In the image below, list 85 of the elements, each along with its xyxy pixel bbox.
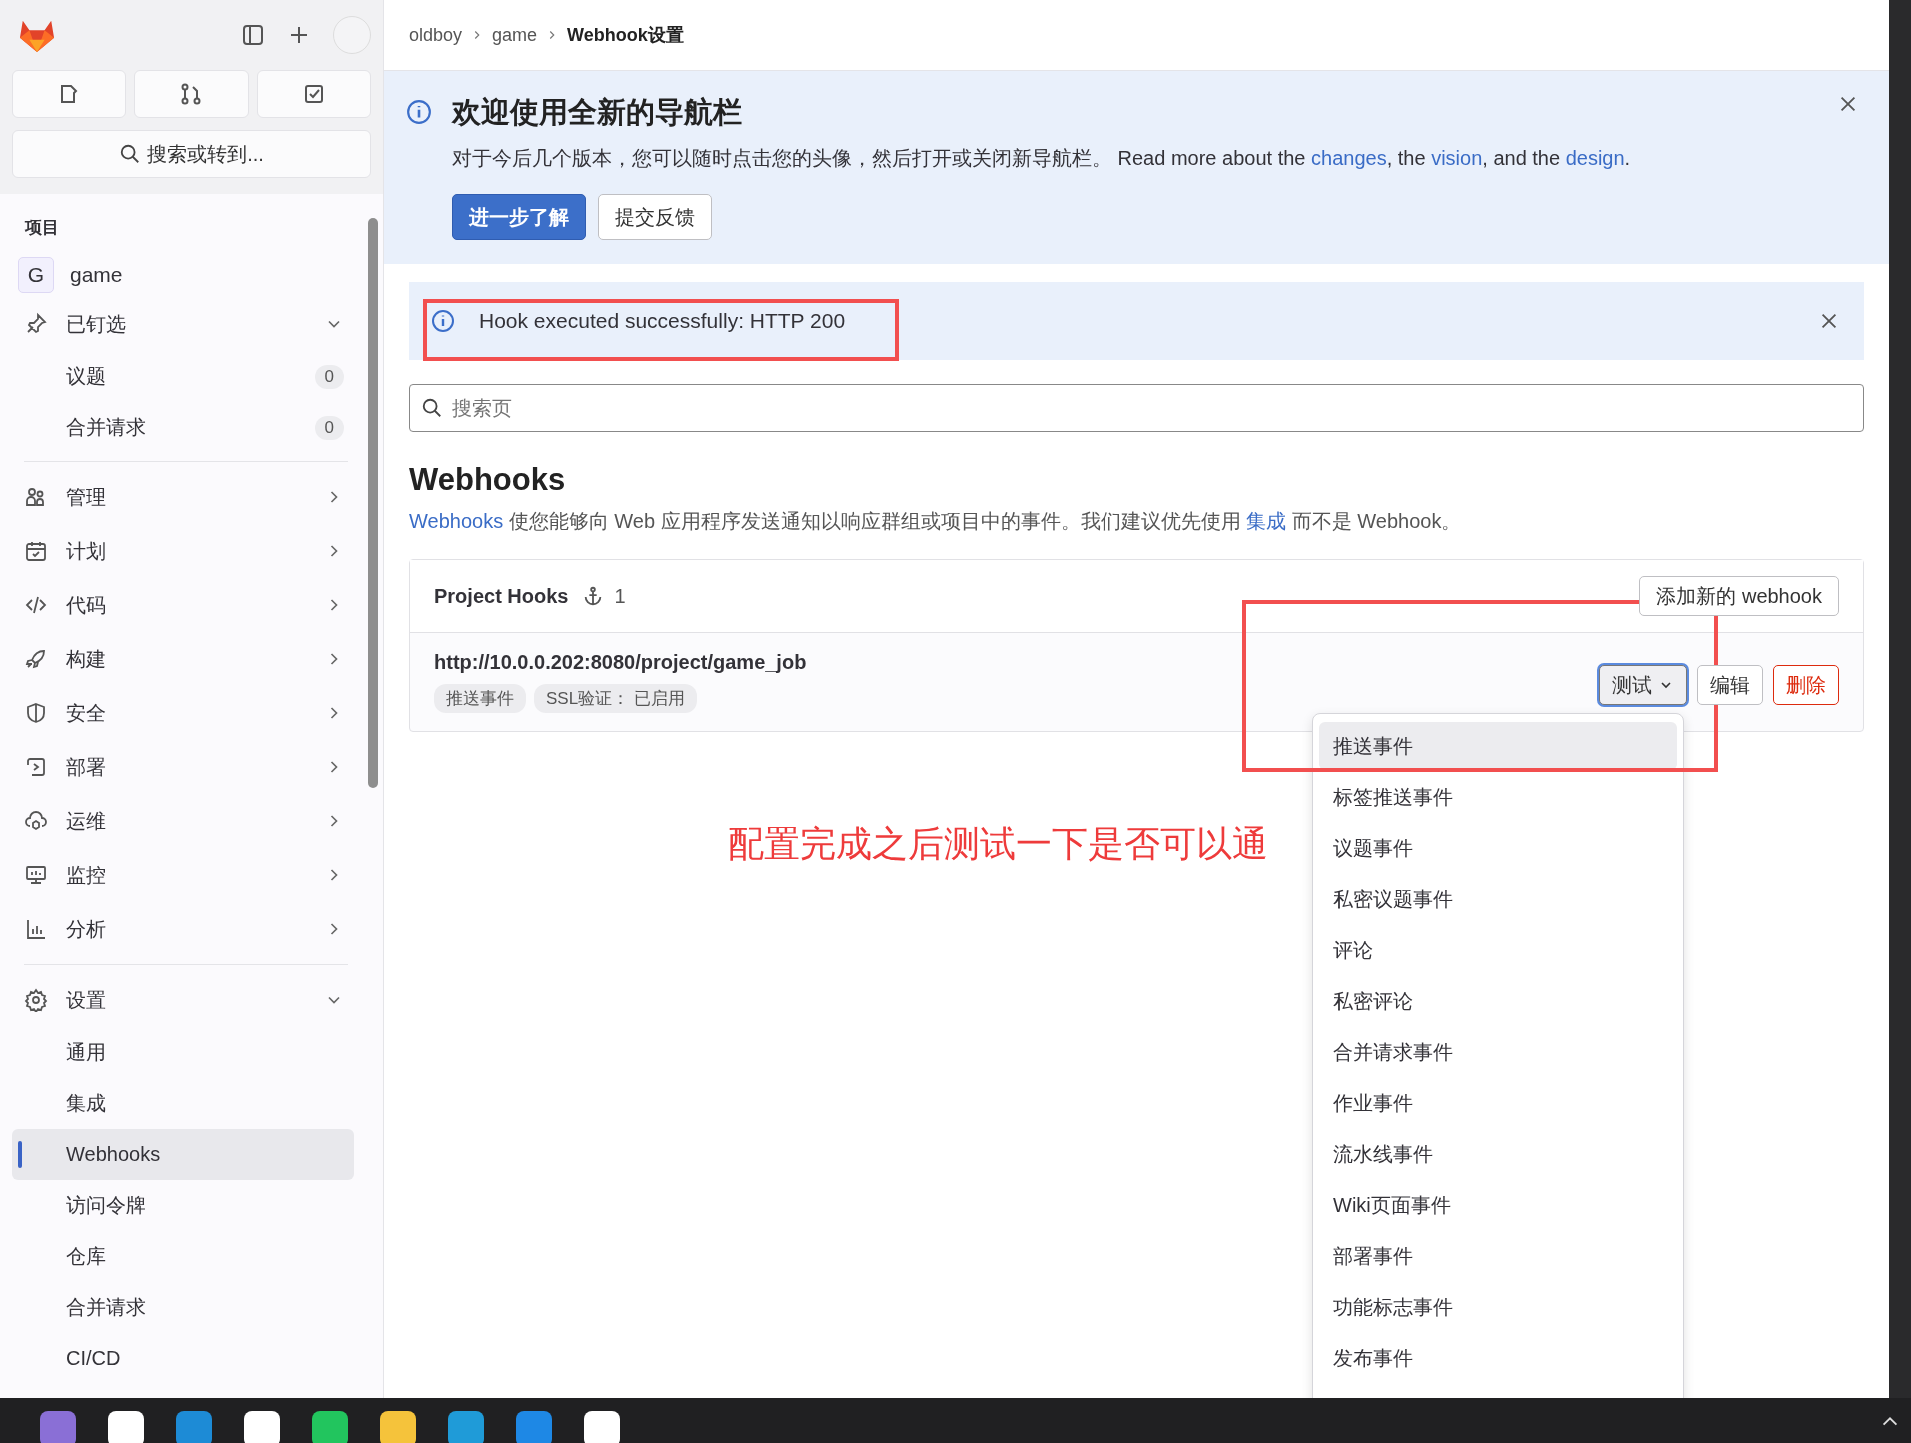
breadcrumb-link[interactable]: game [492, 24, 538, 46]
menu-item[interactable]: 推送事件 [1319, 722, 1677, 770]
description-text: Webhooks 使您能够向 Web 应用程序发送通知以响应群组或项目中的事件。我们建议优先使用 集成 而不是 Webhook。 [409, 509, 1463, 534]
nav-item[interactable]: 计划 [12, 524, 354, 578]
menu-item[interactable]: Wiki页面事件 [1319, 1181, 1677, 1229]
menu-item[interactable]: 合并请求事件 [1319, 1028, 1677, 1076]
nav-item[interactable]: 管理 [12, 470, 354, 524]
text-link[interactable]: changes [1311, 147, 1387, 169]
hook-url: http://10.0.0.202:8080/project/game_job [434, 651, 807, 674]
nav-item[interactable]: 已钉选 [12, 297, 354, 351]
test-dropdown-button[interactable]: 测试 [1599, 665, 1687, 705]
nav-item[interactable]: 分析 [12, 902, 354, 956]
nav-subitem[interactable]: 通用 [12, 1027, 354, 1078]
nav-item[interactable]: 安全 [12, 686, 354, 740]
nav-subitem[interactable]: 合并请求 0 [12, 402, 354, 453]
rocket-icon [24, 647, 48, 671]
sidebar-toggle-icon[interactable] [241, 23, 265, 47]
deploy-icon [24, 755, 48, 779]
nav-subitem[interactable]: 议题 0 [12, 351, 354, 402]
page-heading: Webhooks [409, 462, 567, 498]
app-icon[interactable] [380, 1410, 416, 1443]
app-icon[interactable] [584, 1410, 620, 1443]
alert-message: Hook executed successfully: HTTP 200 [479, 309, 846, 333]
learn-more-button[interactable]: 进一步了解 [452, 194, 586, 240]
nav-item[interactable]: 部署 [12, 740, 354, 794]
text-link[interactable]: design [1565, 147, 1625, 169]
count-badge: 0 [314, 364, 344, 389]
text-link[interactable]: vision [1431, 147, 1483, 169]
menu-item[interactable]: 私密评论 [1319, 977, 1677, 1025]
text-link[interactable]: 集成 [1246, 510, 1287, 532]
chart-icon [24, 917, 48, 941]
search-icon [119, 143, 142, 165]
nav-item[interactable]: 监控 [12, 848, 354, 902]
menu-item[interactable]: 标签推送事件 [1319, 773, 1677, 821]
tag: SSL验证： 已启用 [534, 684, 697, 713]
nav-item[interactable]: 设置 [12, 973, 354, 1027]
nav-subitem[interactable]: 集成 [12, 1078, 354, 1129]
feedback-button[interactable]: 提交反馈 [598, 194, 712, 240]
nav-item[interactable]: 构建 [12, 632, 354, 686]
nav-subitem[interactable]: 合并请求 [12, 1282, 354, 1333]
text-link[interactable]: Webhooks [409, 510, 504, 532]
nav-subitem[interactable]: Webhooks [12, 1129, 354, 1180]
calendar-icon [24, 539, 48, 563]
search-icon [421, 397, 443, 419]
shield-icon [24, 701, 48, 725]
breadcrumb-link[interactable]: Webhook设置 [567, 23, 684, 47]
app-icon[interactable] [312, 1410, 348, 1443]
section-label: 项目 [23, 217, 60, 239]
count-badge: 0 [314, 415, 344, 440]
menu-item[interactable]: 功能标志事件 [1319, 1283, 1677, 1331]
annotation-text: 配置完成之后测试一下是否可以通 [728, 822, 1268, 866]
banner-title: 欢迎使用全新的导航栏 [452, 95, 743, 130]
banner-text: 对于今后几个版本，您可以随时点击您的头像，然后打开或关闭新导航栏。 Read more about the changes, the vision, and the design. [452, 146, 1632, 171]
issues-button[interactable] [12, 70, 127, 118]
edit-button[interactable]: 编辑 [1697, 665, 1763, 705]
monitor-icon [24, 863, 48, 887]
menu-item[interactable]: 流水线事件 [1319, 1130, 1677, 1178]
info-icon [406, 99, 432, 125]
cloud-icon [24, 809, 48, 833]
menu-item[interactable]: 私密议题事件 [1319, 875, 1677, 923]
search-field[interactable]: 搜索页 [409, 384, 1864, 432]
menu-item[interactable]: 作业事件 [1319, 1079, 1677, 1127]
menu-item[interactable]: 议题事件 [1319, 824, 1677, 872]
breadcrumb-link[interactable]: oldboy [409, 24, 463, 46]
app-icon[interactable] [244, 1410, 280, 1443]
project-link[interactable]: G game [12, 253, 366, 297]
search-button[interactable]: 搜索或转到... [12, 130, 371, 178]
delete-button[interactable]: 删除 [1773, 665, 1839, 705]
info-icon [431, 309, 455, 333]
menu-item[interactable]: 发布事件 [1319, 1334, 1677, 1382]
menu-item[interactable]: 评论 [1319, 926, 1677, 974]
gear-icon [24, 988, 48, 1012]
nav-subitem[interactable]: 仓库 [12, 1231, 354, 1282]
hook-count: 1 [614, 584, 626, 608]
app-icon[interactable] [108, 1410, 144, 1443]
nav-item[interactable]: 运维 [12, 794, 354, 848]
menu-item[interactable]: 部署事件 [1319, 1232, 1677, 1280]
add-webhook-button[interactable]: 添加新的 webhook [1639, 576, 1839, 616]
nav-subitem[interactable]: CI/CD [12, 1333, 354, 1384]
tag: 推送事件 [434, 684, 526, 713]
merge-requests-button[interactable] [134, 70, 249, 118]
nav-item[interactable]: 代码 [12, 578, 354, 632]
card-title: Project Hooks [434, 584, 569, 608]
nav-subitem[interactable]: 访问令牌 [12, 1180, 354, 1231]
todo-button[interactable] [256, 70, 371, 118]
